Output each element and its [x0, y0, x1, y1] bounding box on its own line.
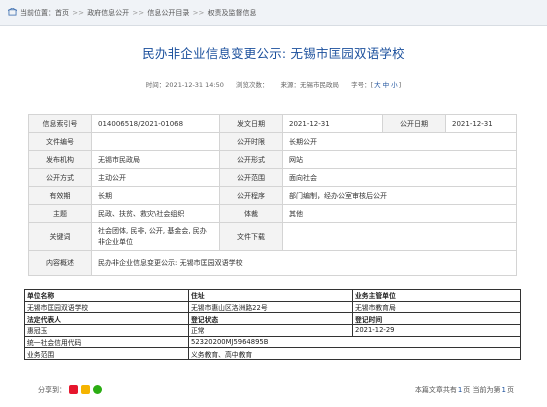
- date-value: 2021-12-31: [282, 114, 383, 133]
- qzone-icon[interactable]: [81, 385, 90, 394]
- status-value: 正常: [188, 324, 353, 337]
- pubtime-value: 长期公开: [282, 132, 517, 151]
- breadcrumb: 当前位置：首页 >> 政府信息公开 >> 信息公开目录 >> 权责及监督信息: [0, 0, 547, 26]
- business-scope-label: 业务范围: [24, 347, 189, 361]
- org-name-value: 无锡市匡园双语学校: [24, 300, 189, 314]
- method-value: 主动公开: [91, 168, 220, 187]
- article-meta: 时间：2021-12-31 14:50 浏览次数： 来源：无锡市民政局 字号：[…: [0, 79, 547, 89]
- org-detail-table: 单位名称 住址 业务主管单位 无锡市匡园双语学校 无锡市惠山区洛洲路22号 无锡…: [24, 289, 521, 361]
- info-row: 发布机构 无锡市民政局 公开形式 网站: [28, 150, 517, 169]
- download-value[interactable]: [282, 222, 517, 251]
- share-bar: 分享到：: [38, 385, 102, 395]
- pager-total: 1: [457, 386, 463, 394]
- validity-value: 长期: [91, 186, 220, 205]
- scope-value: 面向社会: [282, 168, 517, 187]
- font-size-large[interactable]: 大: [374, 81, 381, 89]
- address-value: 无锡市惠山区洛洲路22号: [188, 300, 353, 314]
- pager-text: 本篇文章共有: [414, 386, 457, 394]
- business-scope-value: 义务教育、高中教育: [188, 347, 521, 361]
- org-label: 发布机构: [28, 150, 92, 169]
- legal-rep-header: 法定代表人: [24, 312, 189, 326]
- credit-code-label: 统一社会信用代码: [24, 335, 189, 349]
- pubdate-label: 公开日期: [382, 114, 446, 133]
- breadcrumb-separator: >>: [190, 9, 207, 17]
- info-row: 有效期 长期 公开程序 部门编制，经办公室审核后公开: [28, 186, 517, 205]
- info-row: 文件编号 公开时限 长期公开: [28, 132, 517, 151]
- form-value: 网站: [282, 150, 517, 169]
- table-row: 惠冠玉 正常 2021-12-29: [24, 324, 521, 337]
- breadcrumb-separator: >>: [130, 9, 147, 17]
- pager: 本篇文章共有1页 当前为第1页: [415, 385, 514, 395]
- breadcrumb-home[interactable]: 首页: [55, 9, 69, 17]
- table-row: 业务范围 义务教育、高中教育: [24, 347, 521, 361]
- form-label: 公开形式: [219, 150, 283, 169]
- reg-date-value: 2021-12-29: [352, 324, 521, 337]
- keywords-label: 关键词: [28, 222, 92, 251]
- summary-label: 内容概述: [28, 250, 92, 276]
- table-row: 法定代表人 登记状态 登记时间: [24, 312, 521, 326]
- index-label: 信息索引号: [28, 114, 92, 133]
- pubdate-value: 2021-12-31: [445, 114, 517, 133]
- procedure-label: 公开程序: [219, 186, 283, 205]
- table-row: 统一社会信用代码 52320200MJ5964895B: [24, 335, 521, 349]
- breadcrumb-catalog[interactable]: 信息公开目录: [147, 9, 189, 17]
- info-row: 内容概述 民办非企业信息变更公示: 无锡市匡园双语学校: [28, 250, 517, 276]
- pubtime-label: 公开时限: [219, 132, 283, 151]
- credit-code-value: 52320200MJ5964895B: [188, 335, 521, 349]
- validity-label: 有效期: [28, 186, 92, 205]
- publish-time: 时间：2021-12-31 14:50: [145, 81, 224, 89]
- info-row: 关键词 社会团体, 民非, 公开, 基金会, 民办非企业单位 文件下载: [28, 222, 517, 251]
- info-row: 信息索引号 014006518/2021-01068 发文日期 2021-12-…: [28, 114, 517, 133]
- download-label: 文件下载: [219, 222, 283, 251]
- breadcrumb-separator: >>: [70, 9, 87, 17]
- view-count: 浏览次数：: [235, 81, 269, 89]
- docno-label: 文件编号: [28, 132, 92, 151]
- weibo-icon[interactable]: [69, 385, 78, 394]
- org-value: 无锡市民政局: [91, 150, 220, 169]
- pager-text: 页: [507, 386, 514, 394]
- table-row: 无锡市匡园双语学校 无锡市惠山区洛洲路22号 无锡市教育局: [24, 300, 521, 314]
- breadcrumb-label: 当前位置：: [20, 9, 55, 17]
- pager-text: 页 当前为第: [463, 386, 501, 394]
- font-size-medium[interactable]: 中: [383, 81, 390, 89]
- info-row: 主题 民政、扶贫、救灾\社会组织 体裁 其他: [28, 204, 517, 223]
- article-source: 来源：无锡市民政局: [280, 81, 340, 89]
- status-header: 登记状态: [188, 312, 353, 326]
- topic-label: 主题: [28, 204, 92, 223]
- genre-label: 体裁: [219, 204, 283, 223]
- date-label: 发文日期: [219, 114, 283, 133]
- breadcrumb-gov-info[interactable]: 政府信息公开: [87, 9, 129, 17]
- index-value: 014006518/2021-01068: [91, 114, 220, 133]
- method-label: 公开方式: [28, 168, 92, 187]
- scope-label: 公开范围: [219, 168, 283, 187]
- page-footer: 分享到： 本篇文章共有1页 当前为第1页: [0, 377, 547, 407]
- org-name-header: 单位名称: [24, 289, 189, 302]
- font-size-small[interactable]: 小: [391, 81, 398, 89]
- pager-current[interactable]: 1: [502, 386, 506, 394]
- wechat-icon[interactable]: [93, 385, 102, 394]
- reg-date-header: 登记时间: [352, 312, 521, 326]
- supervisor-value: 无锡市教育局: [352, 300, 521, 314]
- table-row: 单位名称 住址 业务主管单位: [24, 289, 521, 302]
- share-label: 分享到：: [38, 386, 66, 394]
- legal-rep-value: 惠冠玉: [24, 324, 189, 337]
- location-icon: [8, 8, 17, 16]
- procedure-value: 部门编制，经办公室审核后公开: [282, 186, 517, 205]
- font-size-control: 字号：[大中小]: [351, 81, 402, 89]
- breadcrumb-current[interactable]: 权责及监督信息: [208, 9, 257, 17]
- page-title: 民办非企业信息变更公示: 无锡市匡园双语学校: [142, 46, 405, 61]
- topic-value: 民政、扶贫、救灾\社会组织: [91, 204, 220, 223]
- docno-value: [91, 132, 220, 151]
- info-row: 公开方式 主动公开 公开范围 面向社会: [28, 168, 517, 187]
- supervisor-header: 业务主管单位: [352, 289, 521, 302]
- genre-value: 其他: [282, 204, 517, 223]
- summary-value: 民办非企业信息变更公示: 无锡市匡园双语学校: [91, 250, 517, 276]
- info-table: 信息索引号 014006518/2021-01068 发文日期 2021-12-…: [28, 114, 517, 276]
- keywords-value: 社会团体, 民非, 公开, 基金会, 民办非企业单位: [91, 222, 220, 251]
- address-header: 住址: [188, 289, 353, 302]
